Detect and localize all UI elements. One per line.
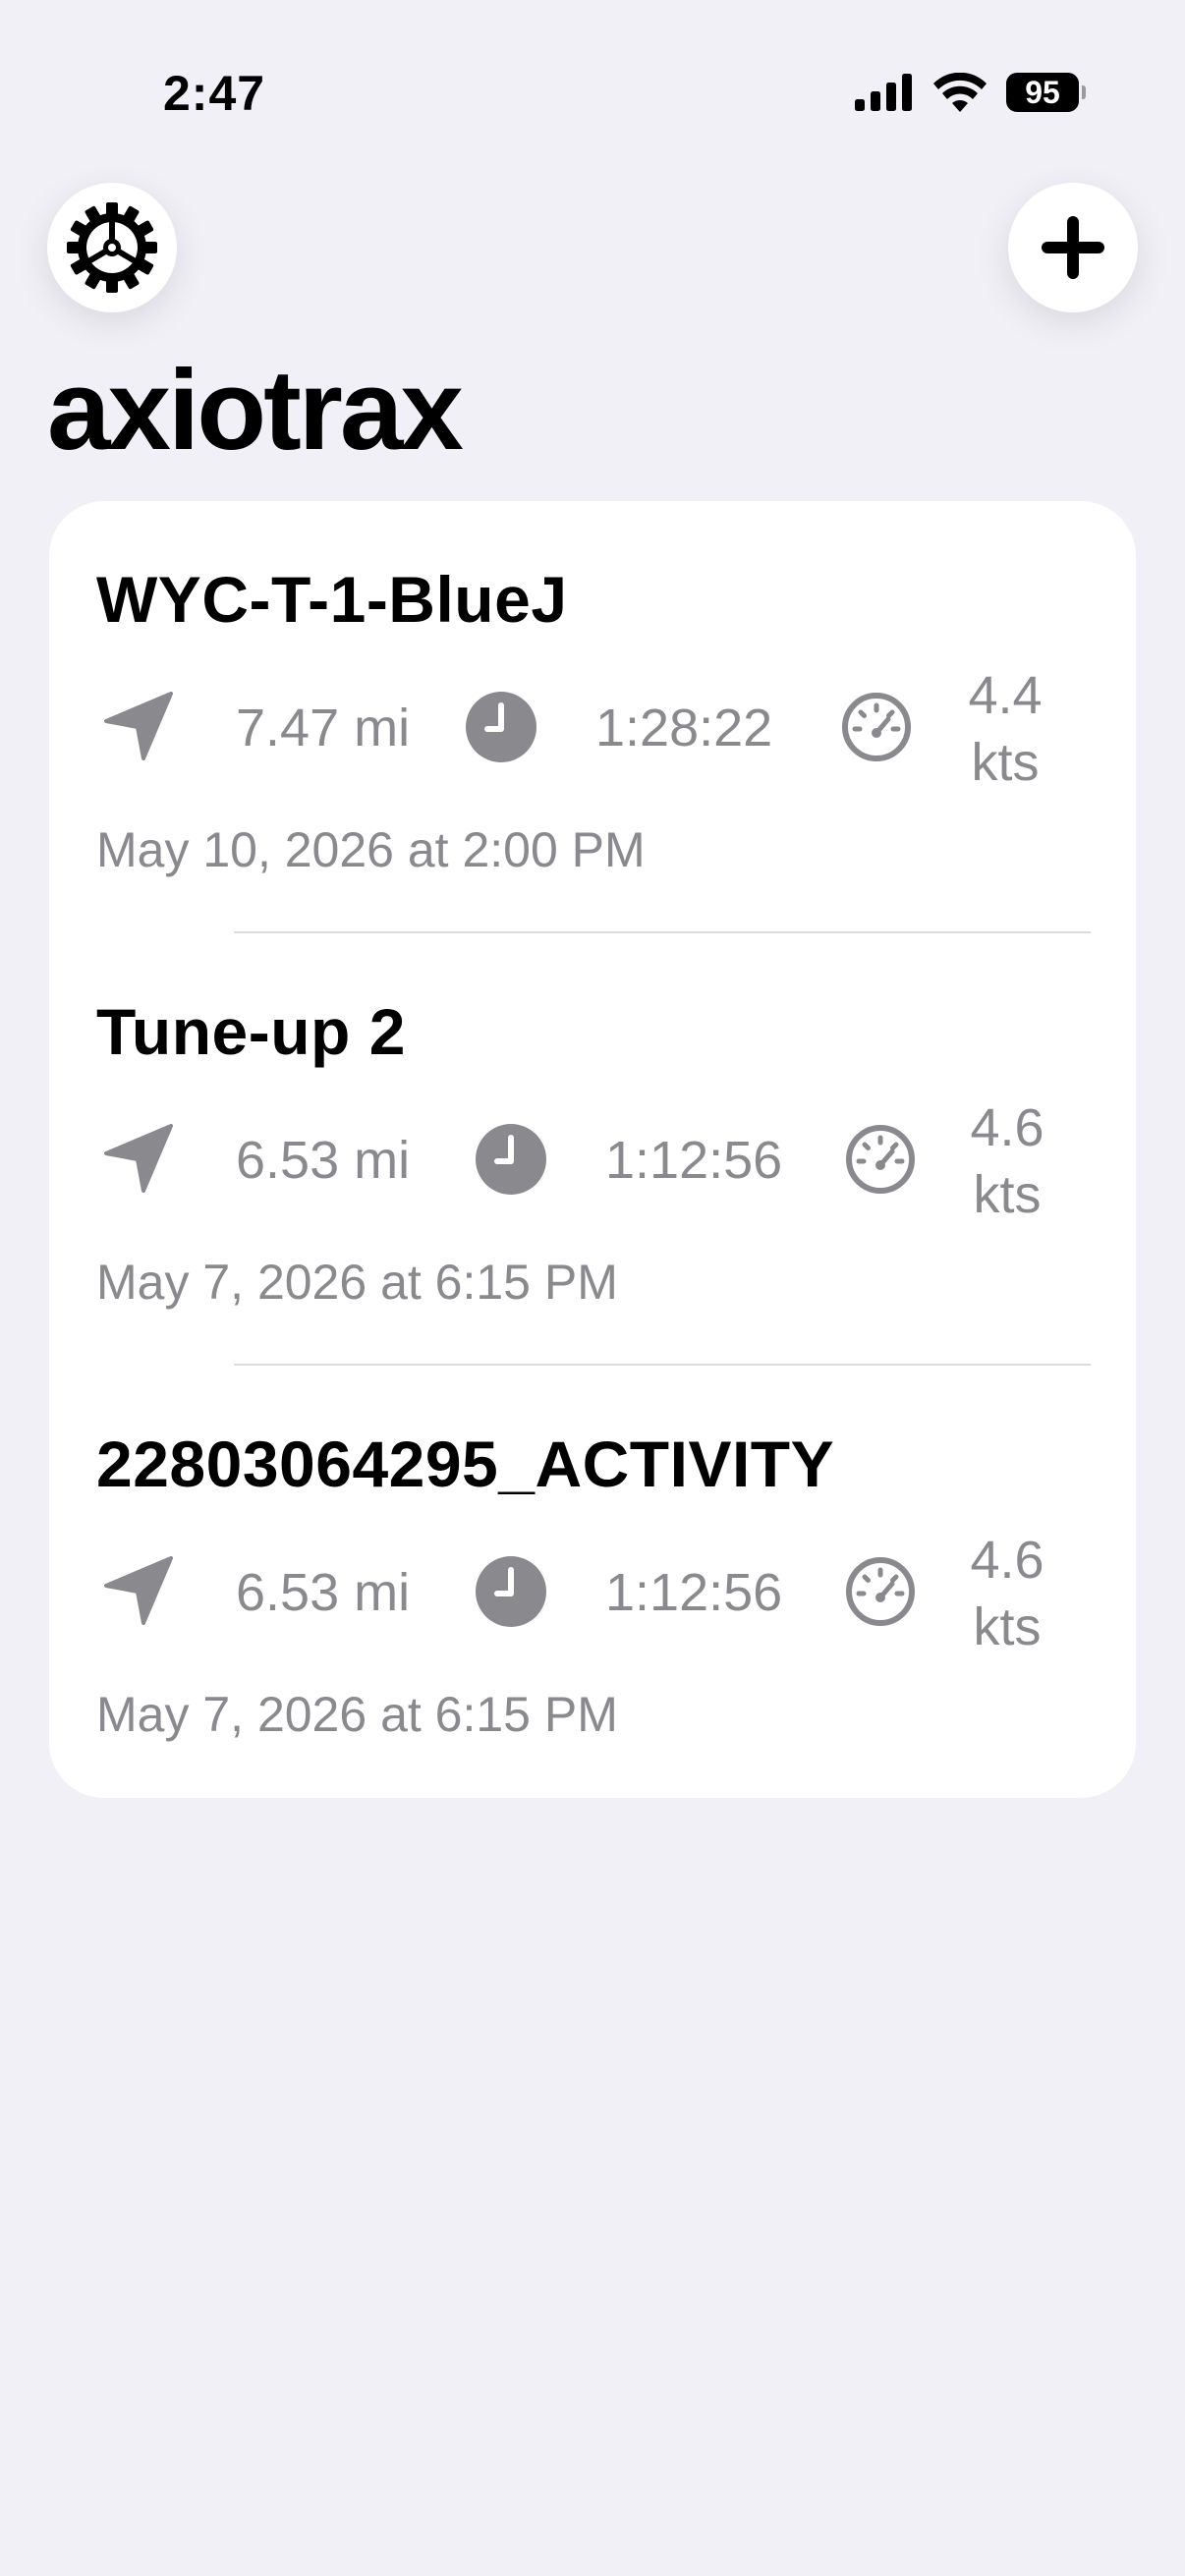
speed-unit: kts: [971, 733, 1040, 792]
speedometer-icon: [842, 693, 911, 761]
distance-value: 6.53 mi: [236, 1131, 411, 1190]
speedometer-icon: [846, 1557, 915, 1626]
activity-row[interactable]: WYC-T-1-BlueJ 7.47 mi 1:28:22 4.4 kts Ma…: [49, 501, 1136, 933]
settings-button[interactable]: [47, 183, 177, 312]
speed-value: 4.6: [970, 1098, 1044, 1157]
speed-unit: kts: [973, 1597, 1042, 1656]
location-arrow-icon: [104, 1124, 173, 1193]
activity-date: May 7, 2026 at 6:15 PM: [96, 1687, 618, 1742]
page-title: axiotrax: [47, 346, 464, 474]
activity-row[interactable]: Tune-up 2 6.53 mi 1:12:56 4.6 kts May 7,…: [49, 933, 1136, 1366]
location-arrow-icon: [104, 692, 173, 760]
activity-list: WYC-T-1-BlueJ 7.47 mi 1:28:22 4.4 kts Ma…: [49, 501, 1136, 1798]
duration-value: 1:28:22: [595, 699, 773, 757]
duration-value: 1:12:56: [605, 1563, 783, 1622]
plus-icon: [1042, 216, 1104, 279]
distance-value: 7.47 mi: [236, 699, 411, 757]
activity-title: 22803064295_ACTIVITY: [96, 1428, 835, 1500]
clock-icon: [466, 692, 536, 762]
speedometer-icon: [846, 1125, 915, 1194]
location-arrow-icon: [104, 1556, 173, 1625]
speed-value: 4.6: [970, 1531, 1044, 1590]
activity-date: May 10, 2026 at 2:00 PM: [96, 822, 646, 877]
battery-indicator: 95: [1006, 73, 1086, 112]
status-time: 2:47: [163, 66, 266, 121]
speed-value: 4.4: [968, 666, 1043, 725]
wifi-icon: [933, 73, 987, 112]
activity-row[interactable]: 22803064295_ACTIVITY 6.53 mi 1:12:56 4.6…: [49, 1366, 1136, 1798]
activity-title: WYC-T-1-BlueJ: [96, 563, 568, 636]
status-bar: 2:47 95: [0, 0, 1185, 187]
add-activity-button[interactable]: [1008, 183, 1138, 312]
distance-value: 6.53 mi: [236, 1563, 411, 1622]
gear-icon: [67, 202, 157, 293]
activity-date: May 7, 2026 at 6:15 PM: [96, 1255, 618, 1310]
clock-icon: [476, 1124, 546, 1195]
duration-value: 1:12:56: [605, 1131, 783, 1190]
status-icons: 95: [855, 73, 1086, 112]
activity-title: Tune-up 2: [96, 995, 406, 1068]
speed-unit: kts: [973, 1165, 1042, 1224]
clock-icon: [476, 1556, 546, 1627]
cellular-signal-icon: [855, 74, 912, 111]
